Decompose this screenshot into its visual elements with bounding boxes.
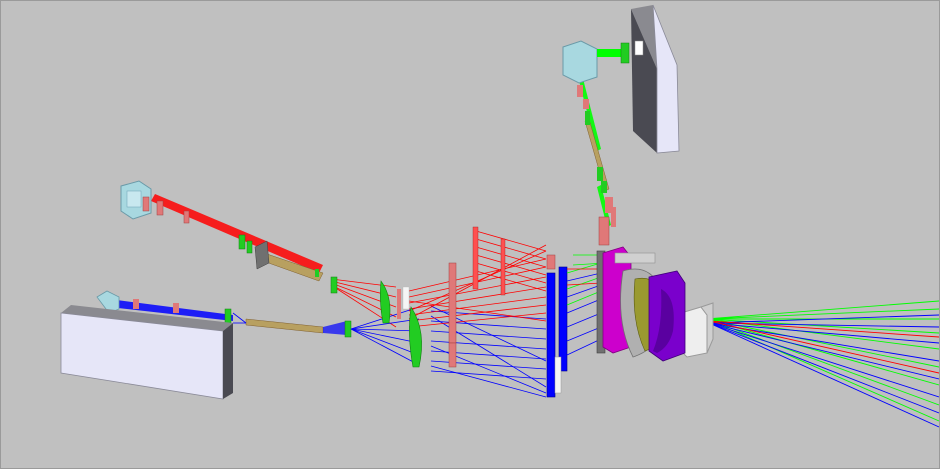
optical-ray-trace-diagram bbox=[1, 1, 939, 468]
optical-layout-viewport bbox=[0, 0, 940, 469]
scene-background bbox=[1, 1, 939, 468]
